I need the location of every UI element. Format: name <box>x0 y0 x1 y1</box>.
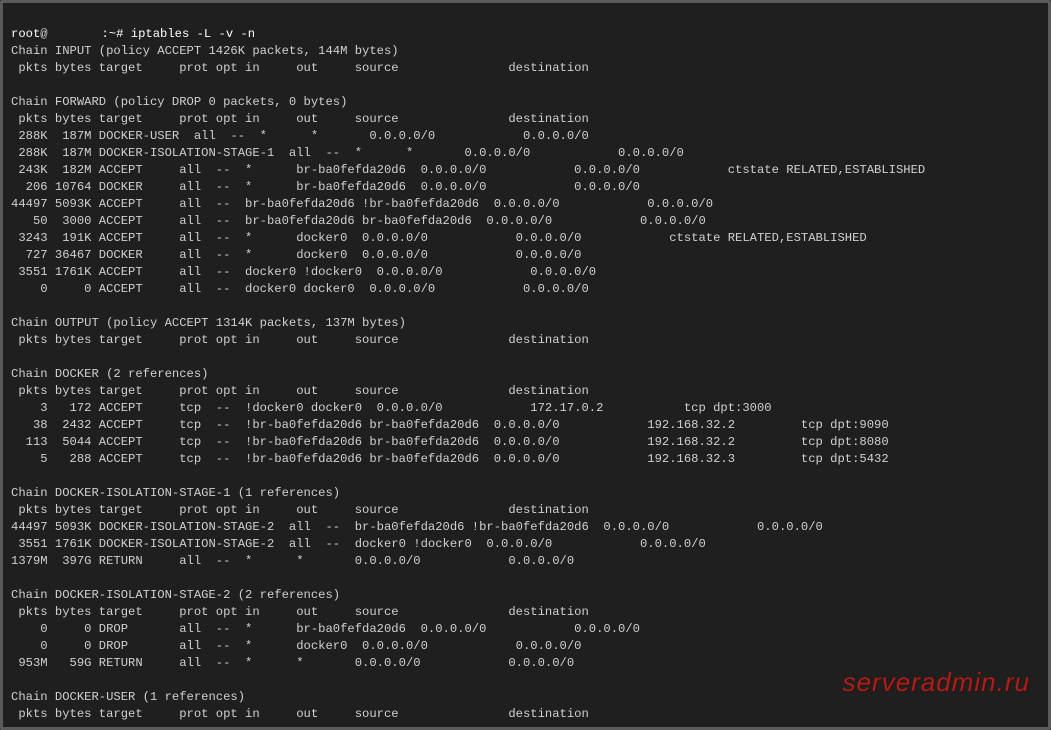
iptables-rule-row: 5 288 ACCEPT tcp -- !br-ba0fefda20d6 br-… <box>11 452 889 466</box>
shell-prompt: root@ :~# iptables -L -v -n <box>11 27 255 41</box>
terminal-window[interactable]: root@ :~# iptables -L -v -n Chain INPUT … <box>0 0 1051 730</box>
iptables-rule-row: 38 2432 ACCEPT tcp -- !br-ba0fefda20d6 b… <box>11 418 889 432</box>
iptables-rule-row: 3551 1761K DOCKER-ISOLATION-STAGE-2 all … <box>11 537 706 551</box>
watermark-text: serveradmin.ru <box>843 674 1030 691</box>
iptables-rule-row: 206 10764 DOCKER all -- * br-ba0fefda20d… <box>11 180 640 194</box>
prompt-host-redacted <box>48 27 95 41</box>
columns-header: pkts bytes target prot opt in out source… <box>11 333 589 347</box>
columns-header: pkts bytes target prot opt in out source… <box>11 112 589 126</box>
columns-header: pkts bytes target prot opt in out source… <box>11 707 589 721</box>
iptables-rule-row: 113 5044 ACCEPT tcp -- !br-ba0fefda20d6 … <box>11 435 889 449</box>
columns-header: pkts bytes target prot opt in out source… <box>11 605 589 619</box>
chain-header: Chain OUTPUT (policy ACCEPT 1314K packet… <box>11 316 406 330</box>
iptables-rule-row: 953M 59G RETURN all -- * * 0.0.0.0/0 0.0… <box>11 656 574 670</box>
columns-header: pkts bytes target prot opt in out source… <box>11 61 589 75</box>
columns-header: pkts bytes target prot opt in out source… <box>11 384 589 398</box>
chain-header: Chain INPUT (policy ACCEPT 1426K packets… <box>11 44 399 58</box>
iptables-rule-row: 3243 191K ACCEPT all -- * docker0 0.0.0.… <box>11 231 867 245</box>
iptables-rule-row: 44497 5093K DOCKER-ISOLATION-STAGE-2 all… <box>11 520 823 534</box>
columns-header: pkts bytes target prot opt in out source… <box>11 503 589 517</box>
iptables-rule-row: 288K 187M DOCKER-USER all -- * * 0.0.0.0… <box>11 129 589 143</box>
chain-header: Chain DOCKER-ISOLATION-STAGE-1 (1 refere… <box>11 486 340 500</box>
iptables-rule-row: 0 0 DROP all -- * docker0 0.0.0.0/0 0.0.… <box>11 639 581 653</box>
iptables-rule-row: 3 172 ACCEPT tcp -- !docker0 docker0 0.0… <box>11 401 772 415</box>
iptables-rule-row: 3551 1761K ACCEPT all -- docker0 !docker… <box>11 265 596 279</box>
iptables-rule-row: 243K 182M ACCEPT all -- * br-ba0fefda20d… <box>11 163 925 177</box>
iptables-rule-row: 288K 187M DOCKER-ISOLATION-STAGE-1 all -… <box>11 146 684 160</box>
prompt-user: root <box>11 27 40 41</box>
iptables-rule-row: 44497 5093K ACCEPT all -- br-ba0fefda20d… <box>11 197 713 211</box>
iptables-rule-row: 50 3000 ACCEPT all -- br-ba0fefda20d6 br… <box>11 214 706 228</box>
iptables-rule-row: 0 0 ACCEPT all -- docker0 docker0 0.0.0.… <box>11 282 589 296</box>
chain-header: Chain DOCKER-USER (1 references) <box>11 690 245 704</box>
chain-header: Chain DOCKER (2 references) <box>11 367 208 381</box>
chain-header: Chain FORWARD (policy DROP 0 packets, 0 … <box>11 95 347 109</box>
iptables-rule-row: 727 36467 DOCKER all -- * docker0 0.0.0.… <box>11 248 581 262</box>
command-text: iptables -L -v -n <box>131 27 255 41</box>
iptables-rule-row: 0 0 DROP all -- * br-ba0fefda20d6 0.0.0.… <box>11 622 640 636</box>
iptables-rule-row: 1379M 397G RETURN all -- * * 0.0.0.0/0 0… <box>11 554 574 568</box>
chain-header: Chain DOCKER-ISOLATION-STAGE-2 (2 refere… <box>11 588 340 602</box>
